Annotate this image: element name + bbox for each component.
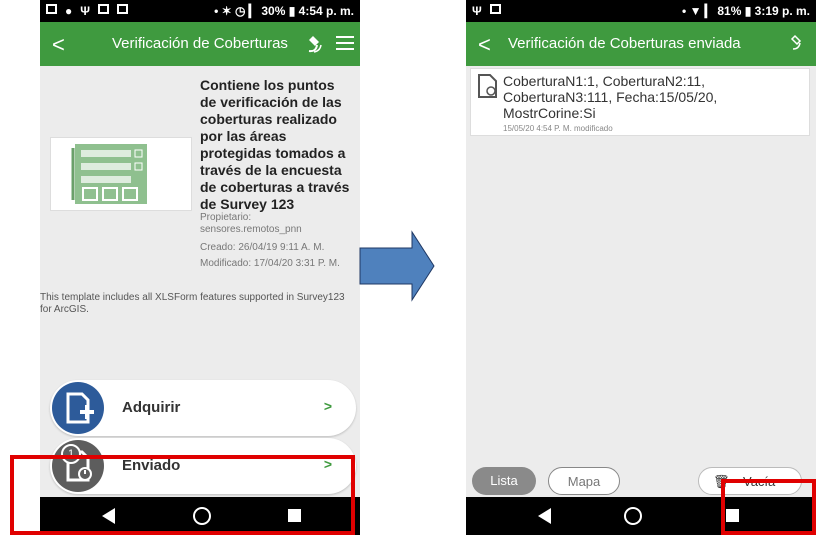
item-modified: 15/05/20 4:54 P. M. modificado bbox=[503, 124, 613, 133]
satellite-icon[interactable] bbox=[790, 34, 808, 52]
form-thumbnail bbox=[50, 137, 192, 211]
cast-icon bbox=[97, 4, 109, 14]
acquire-label: Adquirir bbox=[122, 399, 181, 416]
owner-label: Propietario: bbox=[200, 212, 252, 223]
arrow-right-icon bbox=[359, 230, 435, 302]
chevron-right-icon: > bbox=[323, 398, 332, 414]
signal-icon: Ψ bbox=[472, 4, 482, 18]
status-icons: Ψ bbox=[472, 4, 501, 18]
highlight-box bbox=[10, 455, 355, 535]
image-icon bbox=[46, 4, 57, 14]
created-date: Creado: 26/04/19 9:11 A. M. bbox=[200, 242, 325, 253]
menu-icon[interactable] bbox=[336, 36, 354, 50]
acquire-icon bbox=[52, 382, 104, 434]
back-button[interactable]: < bbox=[52, 32, 65, 58]
nav-home-icon[interactable] bbox=[624, 507, 642, 525]
status-time: • ✶ ◷ ▎ 30% ▮ 4:54 p. m. bbox=[214, 4, 354, 18]
owner-value: sensores.remotos_pnn bbox=[200, 224, 302, 235]
status-time: • ▼ ▎ 81% ▮ 3:19 p. m. bbox=[682, 4, 810, 18]
form-description: Contiene los puntos de verificación de l… bbox=[200, 77, 350, 212]
template-note: This template includes all XLSForm featu… bbox=[40, 292, 345, 315]
nav-back-icon[interactable] bbox=[538, 508, 551, 524]
right-phone-screen: Ψ • ▼ ▎ 81% ▮ 3:19 p. m. < Verificación … bbox=[466, 0, 816, 535]
page-title: Verificación de Coberturas bbox=[112, 35, 288, 52]
status-bar: ● Ψ • ✶ ◷ ▎ 30% ▮ 4:54 p. m. bbox=[40, 0, 360, 22]
app-bar: < Verificación de Coberturas bbox=[40, 22, 360, 66]
gallery-icon bbox=[116, 4, 128, 14]
form-icon bbox=[71, 144, 147, 204]
satellite-icon[interactable] bbox=[306, 34, 328, 54]
page-title: Verificación de Coberturas enviada bbox=[508, 35, 741, 52]
location-icon: ● bbox=[65, 4, 73, 18]
item-text: CoberturaN1:1, CoberturaN2:11, Cobertura… bbox=[503, 73, 718, 121]
acquire-button[interactable]: Adquirir > bbox=[50, 380, 356, 436]
map-tab[interactable]: Mapa bbox=[548, 467, 620, 495]
signal-icon: Ψ bbox=[80, 4, 90, 18]
app-bar: < Verificación de Coberturas enviada bbox=[466, 22, 816, 66]
survey-list-item[interactable]: CoberturaN1:1, CoberturaN2:11, Cobertura… bbox=[470, 68, 810, 136]
gallery-icon bbox=[489, 4, 501, 14]
highlight-box bbox=[721, 479, 816, 535]
status-bar: Ψ • ▼ ▎ 81% ▮ 3:19 p. m. bbox=[466, 0, 816, 22]
document-icon bbox=[478, 74, 497, 98]
back-button[interactable]: < bbox=[478, 32, 491, 58]
modified-date: Modificado: 17/04/20 3:31 P. M. bbox=[200, 258, 340, 269]
list-tab[interactable]: Lista bbox=[472, 467, 536, 495]
status-icons: ● Ψ bbox=[46, 4, 128, 18]
